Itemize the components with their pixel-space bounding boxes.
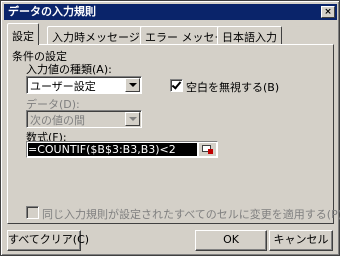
apply-all-checkbox[interactable] xyxy=(26,206,39,219)
chevron-down-icon[interactable] xyxy=(125,112,140,126)
ignore-blank-checkbox[interactable] xyxy=(170,79,183,92)
cancel-button[interactable]: キャンセル xyxy=(269,230,333,251)
allow-select-value: ユーザー設定 xyxy=(30,80,96,93)
close-icon: × xyxy=(324,7,332,17)
close-button[interactable]: × xyxy=(321,6,335,18)
formula-input[interactable]: =COUNTIF($B$3:B3,B3)<2 xyxy=(26,141,218,158)
allow-label: 入力値の種類(A): xyxy=(26,63,112,76)
data-validation-dialog: データの入力規則 × 設定 入力時メッセージ エラー メッセージ 日本語入力 条… xyxy=(0,0,340,256)
tab-input-message[interactable]: 入力時メッセージ xyxy=(47,26,145,44)
allow-select[interactable]: ユーザー設定 xyxy=(26,76,142,94)
tab-settings[interactable]: 設定 xyxy=(7,23,39,45)
data-select[interactable]: 次の値の間 xyxy=(26,110,142,128)
apply-all-label[interactable]: 同じ入力規則が設定されたすべてのセルに変更を適用する(P) xyxy=(42,206,340,222)
cell-reference-icon[interactable] xyxy=(199,143,216,156)
tab-input-message-label: 入力時メッセージ xyxy=(52,31,140,44)
clear-all-button[interactable]: すべてクリア(C) xyxy=(7,230,89,251)
tab-ime[interactable]: 日本語入力 xyxy=(217,26,282,44)
formula-value: =COUNTIF($B$3:B3,B3)<2 xyxy=(28,143,197,156)
tab-settings-label: 設定 xyxy=(12,30,34,43)
title-bar[interactable]: データの入力規則 × xyxy=(4,4,337,20)
chevron-down-icon[interactable] xyxy=(125,78,140,92)
data-select-value: 次の値の間 xyxy=(30,114,85,127)
ok-button[interactable]: OK xyxy=(195,230,267,251)
tab-ime-label: 日本語入力 xyxy=(222,31,277,44)
settings-panel: 条件の設定 入力値の種類(A): ユーザー設定 空白を無視する(B) データ(D… xyxy=(7,44,340,224)
ignore-blank-label[interactable]: 空白を無視する(B) xyxy=(186,79,279,95)
window-title: データの入力規則 xyxy=(8,5,96,18)
